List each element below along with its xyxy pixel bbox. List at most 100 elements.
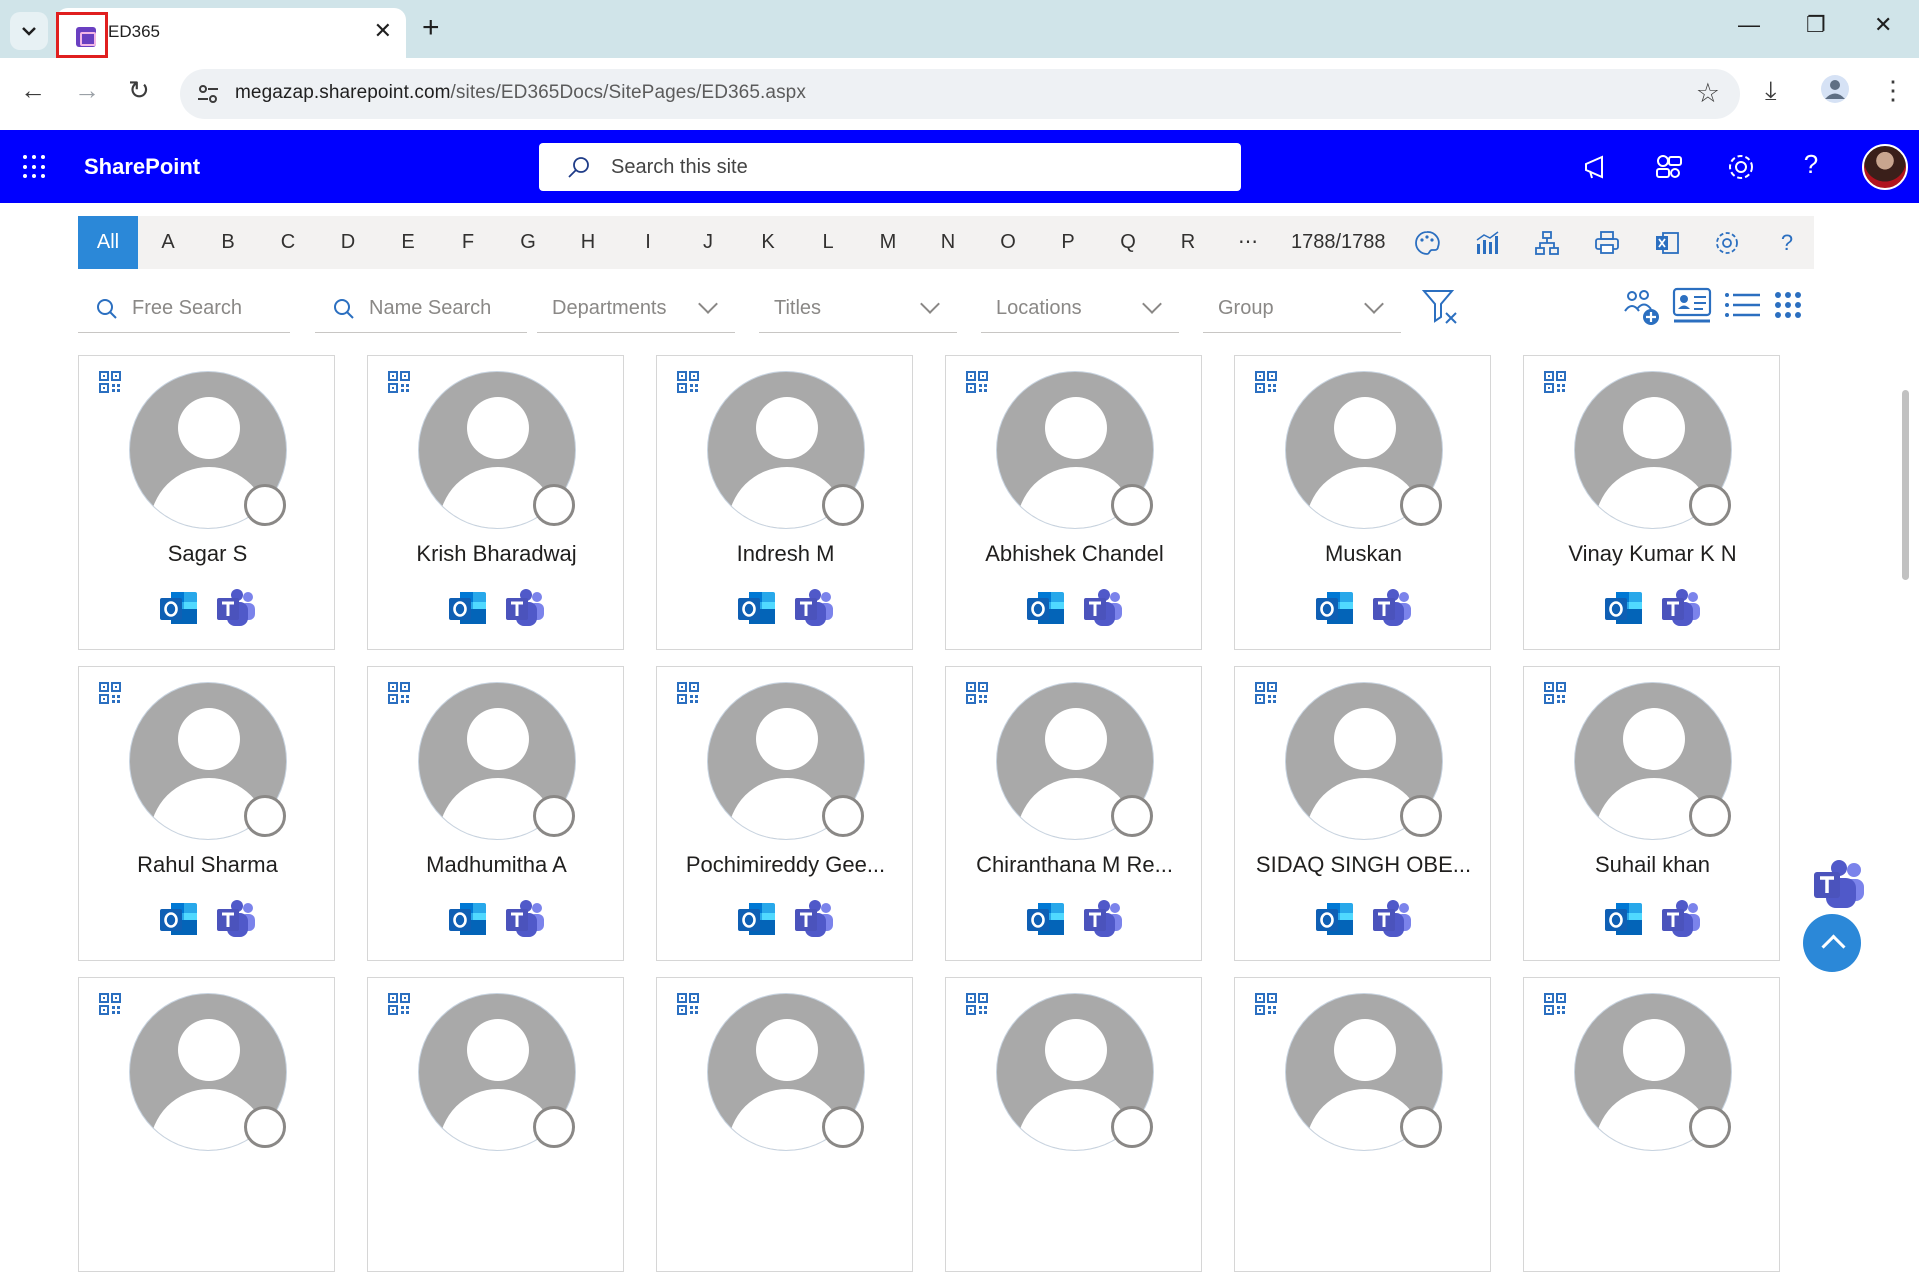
app-launcher-icon[interactable]: [23, 155, 47, 179]
outlook-icon[interactable]: [448, 900, 488, 938]
teams-icon[interactable]: [1661, 589, 1701, 627]
analytics-chart-icon[interactable]: [1474, 230, 1500, 256]
outlook-icon[interactable]: [1604, 900, 1644, 938]
teams-icon[interactable]: [1372, 900, 1412, 938]
teams-icon[interactable]: [1372, 589, 1412, 627]
qr-code-icon[interactable]: [677, 682, 699, 704]
person-card[interactable]: Krish Bharadwaj: [367, 355, 624, 650]
alpha-all[interactable]: All: [78, 216, 138, 269]
more-menu-icon[interactable]: ⋮: [1880, 75, 1906, 106]
person-card[interactable]: [367, 977, 624, 1272]
person-name[interactable]: Krish Bharadwaj: [368, 541, 625, 567]
site-info-icon[interactable]: [196, 82, 220, 106]
qr-code-icon[interactable]: [1544, 371, 1566, 393]
person-name[interactable]: Rahul Sharma: [79, 852, 336, 878]
card-view-icon[interactable]: [1672, 285, 1712, 325]
person-card[interactable]: Muskan: [1234, 355, 1491, 650]
add-people-icon[interactable]: [1622, 287, 1662, 327]
name-search-input[interactable]: Name Search: [315, 285, 527, 333]
alpha-d[interactable]: D: [328, 216, 368, 269]
qr-code-icon[interactable]: [1255, 371, 1277, 393]
titles-dropdown[interactable]: Titles: [759, 285, 957, 333]
person-name[interactable]: Abhishek Chandel: [946, 541, 1203, 567]
teams-icon[interactable]: [1083, 589, 1123, 627]
alpha-r[interactable]: R: [1168, 216, 1208, 269]
person-card[interactable]: Rahul Sharma: [78, 666, 335, 961]
person-name[interactable]: Sagar S: [79, 541, 336, 567]
outlook-icon[interactable]: [448, 589, 488, 627]
person-card[interactable]: Chiranthana M Re...: [945, 666, 1202, 961]
active-tab[interactable]: ED365 ✕: [56, 8, 406, 58]
outlook-icon[interactable]: [1604, 589, 1644, 627]
qr-code-icon[interactable]: [1255, 682, 1277, 704]
new-tab-button[interactable]: +: [422, 11, 440, 45]
help-question-icon[interactable]: ?: [1774, 230, 1800, 256]
teams-icon[interactable]: [794, 589, 834, 627]
excel-export-icon[interactable]: [1654, 230, 1680, 256]
outlook-icon[interactable]: [1315, 900, 1355, 938]
download-icon[interactable]: ⤓: [1765, 75, 1777, 107]
qr-code-icon[interactable]: [388, 371, 410, 393]
qr-code-icon[interactable]: [1544, 993, 1566, 1015]
org-chart-icon[interactable]: [1534, 230, 1560, 256]
alpha-more[interactable]: ⋯: [1228, 216, 1268, 269]
teams-icon[interactable]: [1661, 900, 1701, 938]
person-card[interactable]: Indresh M: [656, 355, 913, 650]
person-name[interactable]: Madhumitha A: [368, 852, 625, 878]
teams-chat-icon[interactable]: [1812, 860, 1866, 910]
teams-icon[interactable]: [505, 589, 545, 627]
user-avatar[interactable]: [1862, 144, 1908, 190]
alpha-f[interactable]: F: [448, 216, 488, 269]
person-card[interactable]: Madhumitha A: [367, 666, 624, 961]
help-icon[interactable]: ?: [1796, 149, 1826, 179]
forward-icon[interactable]: →: [74, 75, 100, 106]
person-card[interactable]: [656, 977, 913, 1272]
qr-code-icon[interactable]: [966, 682, 988, 704]
sharepoint-brand[interactable]: SharePoint: [84, 154, 200, 180]
free-search-input[interactable]: Free Search: [78, 285, 290, 333]
person-card[interactable]: [1234, 977, 1491, 1272]
clear-filter-icon[interactable]: [1420, 287, 1460, 327]
page-scrollbar[interactable]: [1902, 390, 1909, 580]
close-window-icon[interactable]: ✕: [1874, 12, 1892, 38]
alpha-l[interactable]: L: [808, 216, 848, 269]
locations-dropdown[interactable]: Locations: [981, 285, 1179, 333]
outlook-icon[interactable]: [1026, 900, 1066, 938]
qr-code-icon[interactable]: [1544, 682, 1566, 704]
person-name[interactable]: Chiranthana M Re...: [946, 852, 1203, 878]
person-card[interactable]: Suhail khan: [1523, 666, 1780, 961]
print-icon[interactable]: [1594, 230, 1620, 256]
alpha-n[interactable]: N: [928, 216, 968, 269]
person-card[interactable]: SIDAQ SINGH OBE...: [1234, 666, 1491, 961]
person-card[interactable]: [78, 977, 335, 1272]
outlook-icon[interactable]: [737, 589, 777, 627]
person-card[interactable]: Vinay Kumar K N: [1523, 355, 1780, 650]
outlook-icon[interactable]: [159, 900, 199, 938]
alpha-o[interactable]: O: [988, 216, 1028, 269]
qr-code-icon[interactable]: [99, 682, 121, 704]
person-card[interactable]: Abhishek Chandel: [945, 355, 1202, 650]
outlook-icon[interactable]: [1315, 589, 1355, 627]
qr-code-icon[interactable]: [966, 993, 988, 1015]
megaphone-icon[interactable]: [1582, 152, 1612, 182]
minimize-icon[interactable]: —: [1738, 12, 1760, 38]
settings-gear-icon[interactable]: [1726, 152, 1756, 182]
person-card[interactable]: [945, 977, 1202, 1272]
person-card[interactable]: [1523, 977, 1780, 1272]
alpha-m[interactable]: M: [868, 216, 908, 269]
teams-icon[interactable]: [505, 900, 545, 938]
alpha-b[interactable]: B: [208, 216, 248, 269]
alpha-c[interactable]: C: [268, 216, 308, 269]
site-search-box[interactable]: Search this site: [539, 143, 1241, 191]
person-card[interactable]: Pochimireddy Gee...: [656, 666, 913, 961]
alpha-j[interactable]: J: [688, 216, 728, 269]
profile-icon[interactable]: [1820, 74, 1850, 111]
alpha-h[interactable]: H: [568, 216, 608, 269]
group-dropdown[interactable]: Group: [1203, 285, 1401, 333]
qr-code-icon[interactable]: [966, 371, 988, 393]
reload-icon[interactable]: ↻: [128, 75, 150, 106]
qr-code-icon[interactable]: [1255, 993, 1277, 1015]
outlook-icon[interactable]: [1026, 589, 1066, 627]
alpha-g[interactable]: G: [508, 216, 548, 269]
qr-code-icon[interactable]: [99, 993, 121, 1015]
